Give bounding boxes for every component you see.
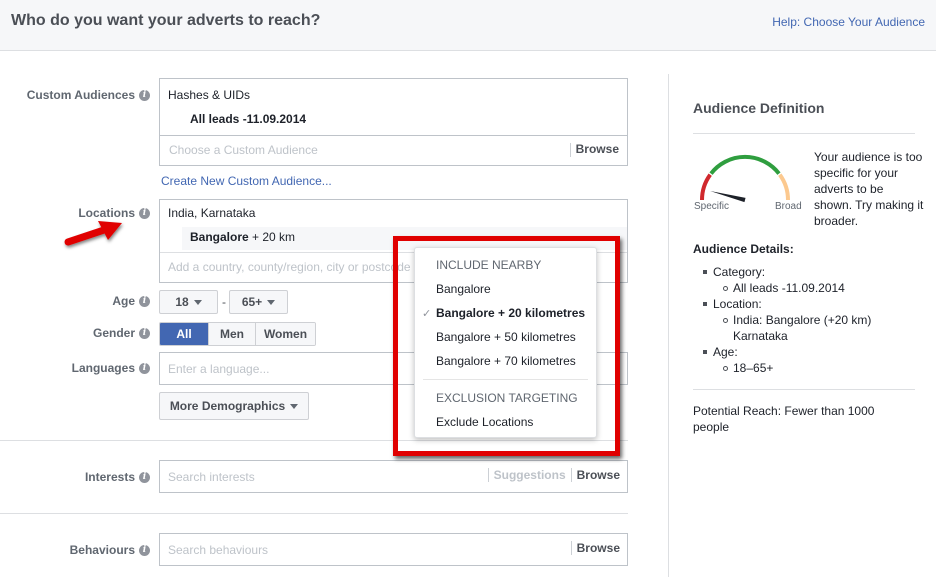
page-header: Who do you want your adverts to reach? H… <box>0 0 936 51</box>
detail-category-value: All leads -11.09.2014 <box>723 280 913 296</box>
chevron-down-icon <box>290 403 299 409</box>
behaviours-label: Behaviours i <box>70 543 150 557</box>
gauge-specific-label: Specific <box>694 201 730 212</box>
more-demographics-button[interactable]: More Demographics <box>159 392 309 420</box>
interests-input-box[interactable]: Search interests Suggestions Browse <box>159 460 628 493</box>
location-region: India, Karnataka <box>168 206 256 220</box>
custom-audiences-label: Custom Audiences i <box>27 88 150 102</box>
custom-audiences-field: Hashes & UIDs All leads -11.09.2014 Choo… <box>159 78 628 166</box>
potential-reach: Potential Reach: Fewer than 1000 people <box>693 404 875 434</box>
location-input[interactable]: Add a country, county/region, city or po… <box>168 260 411 274</box>
custom-audience-browse-button[interactable]: Browse <box>576 142 619 156</box>
gauge-arc-specific <box>699 173 712 201</box>
divider <box>0 440 628 441</box>
location-chip-city: Bangalore <box>190 230 249 244</box>
behaviours-input[interactable]: Search behaviours <box>168 543 268 557</box>
detail-location-value: India: Bangalore (+20 km) Karnataka <box>723 312 913 344</box>
panel-divider <box>668 74 669 577</box>
gauge-arc-balanced <box>709 155 781 175</box>
info-icon[interactable]: i <box>139 362 150 374</box>
audience-details-list: Category: All leads -11.09.2014 Location… <box>703 264 913 376</box>
help-choose-audience-link[interactable]: Help: Choose Your Audience <box>772 15 925 29</box>
gender-women-button[interactable]: Women <box>255 323 315 345</box>
divider <box>0 513 628 514</box>
red-arrow-annotation <box>64 221 122 246</box>
age-max-select[interactable]: 65+ <box>229 290 288 314</box>
custom-audience-input[interactable]: Choose a Custom Audience <box>169 143 318 157</box>
divider <box>693 389 915 390</box>
chevron-down-icon <box>193 299 202 305</box>
interests-suggestions-button[interactable]: Suggestions <box>494 468 566 482</box>
languages-input[interactable]: Enter a language... <box>168 362 269 376</box>
custom-audience-selected[interactable]: All leads -11.09.2014 <box>190 112 306 126</box>
info-icon[interactable]: i <box>139 295 150 307</box>
gender-label: Gender i <box>93 326 150 340</box>
divider <box>570 541 572 555</box>
location-chip-radius: + 20 km <box>248 230 296 244</box>
dropdown-item-bangalore[interactable]: Bangalore <box>436 282 491 296</box>
dropdown-item-bangalore-70km[interactable]: Bangalore + 70 kilometres <box>436 354 576 368</box>
info-icon[interactable]: i <box>139 471 150 483</box>
gauge-broad-label: Broad <box>775 201 802 212</box>
page-title: Who do you want your adverts to reach? <box>11 12 321 29</box>
dropdown-item-bangalore-50km[interactable]: Bangalore + 50 kilometres <box>436 330 576 344</box>
audience-definition-title: Audience Definition <box>693 100 825 116</box>
info-icon[interactable]: i <box>139 544 150 556</box>
divider <box>487 468 489 482</box>
checkmark-icon: ✓ <box>422 308 432 320</box>
interests-label: Interests i <box>85 470 150 484</box>
exclusion-targeting-heading: EXCLUSION TARGETING <box>436 391 578 405</box>
detail-age: Age: 18–65+ <box>703 344 913 376</box>
audience-details-title: Audience Details: <box>693 242 794 256</box>
gauge-arc-broad <box>778 173 791 201</box>
detail-location: Location: India: Bangalore (+20 km) Karn… <box>703 296 913 344</box>
detail-age-value: 18–65+ <box>723 360 913 376</box>
include-nearby-heading: INCLUDE NEARBY <box>436 258 542 272</box>
divider <box>423 379 588 380</box>
gender-all-button[interactable]: All <box>160 323 208 345</box>
info-icon[interactable]: i <box>139 89 150 101</box>
detail-category: Category: All leads -11.09.2014 <box>703 264 913 296</box>
interests-browse-button[interactable]: Browse <box>577 468 620 482</box>
divider <box>693 133 915 134</box>
gender-toggle: All Men Women <box>159 322 316 346</box>
info-icon[interactable]: i <box>139 327 150 339</box>
interests-input[interactable]: Search interests <box>168 470 255 484</box>
exclude-locations-item[interactable]: Exclude Locations <box>436 415 533 429</box>
info-icon[interactable]: i <box>139 207 150 219</box>
dropdown-item-bangalore-20km[interactable]: Bangalore + 20 kilometres <box>436 306 585 320</box>
age-label: Age i <box>112 294 150 308</box>
behaviours-browse-button[interactable]: Browse <box>577 541 620 555</box>
audience-gauge <box>699 155 791 203</box>
languages-label: Languages i <box>72 361 150 375</box>
behaviours-input-box[interactable]: Search behaviours Browse <box>159 533 628 566</box>
custom-audience-group: Hashes & UIDs <box>168 88 251 102</box>
divider <box>570 468 572 482</box>
audience-message: Your audience is too specific for your a… <box>814 150 924 228</box>
chevron-down-icon <box>267 299 276 305</box>
create-custom-audience-link[interactable]: Create New Custom Audience... <box>161 174 332 188</box>
age-separator: - <box>222 295 226 309</box>
include-nearby-dropdown: INCLUDE NEARBY Bangalore ✓ Bangalore + 2… <box>414 247 597 438</box>
gender-men-button[interactable]: Men <box>208 323 255 345</box>
age-min-select[interactable]: 18 <box>159 290 218 314</box>
divider <box>569 142 571 157</box>
